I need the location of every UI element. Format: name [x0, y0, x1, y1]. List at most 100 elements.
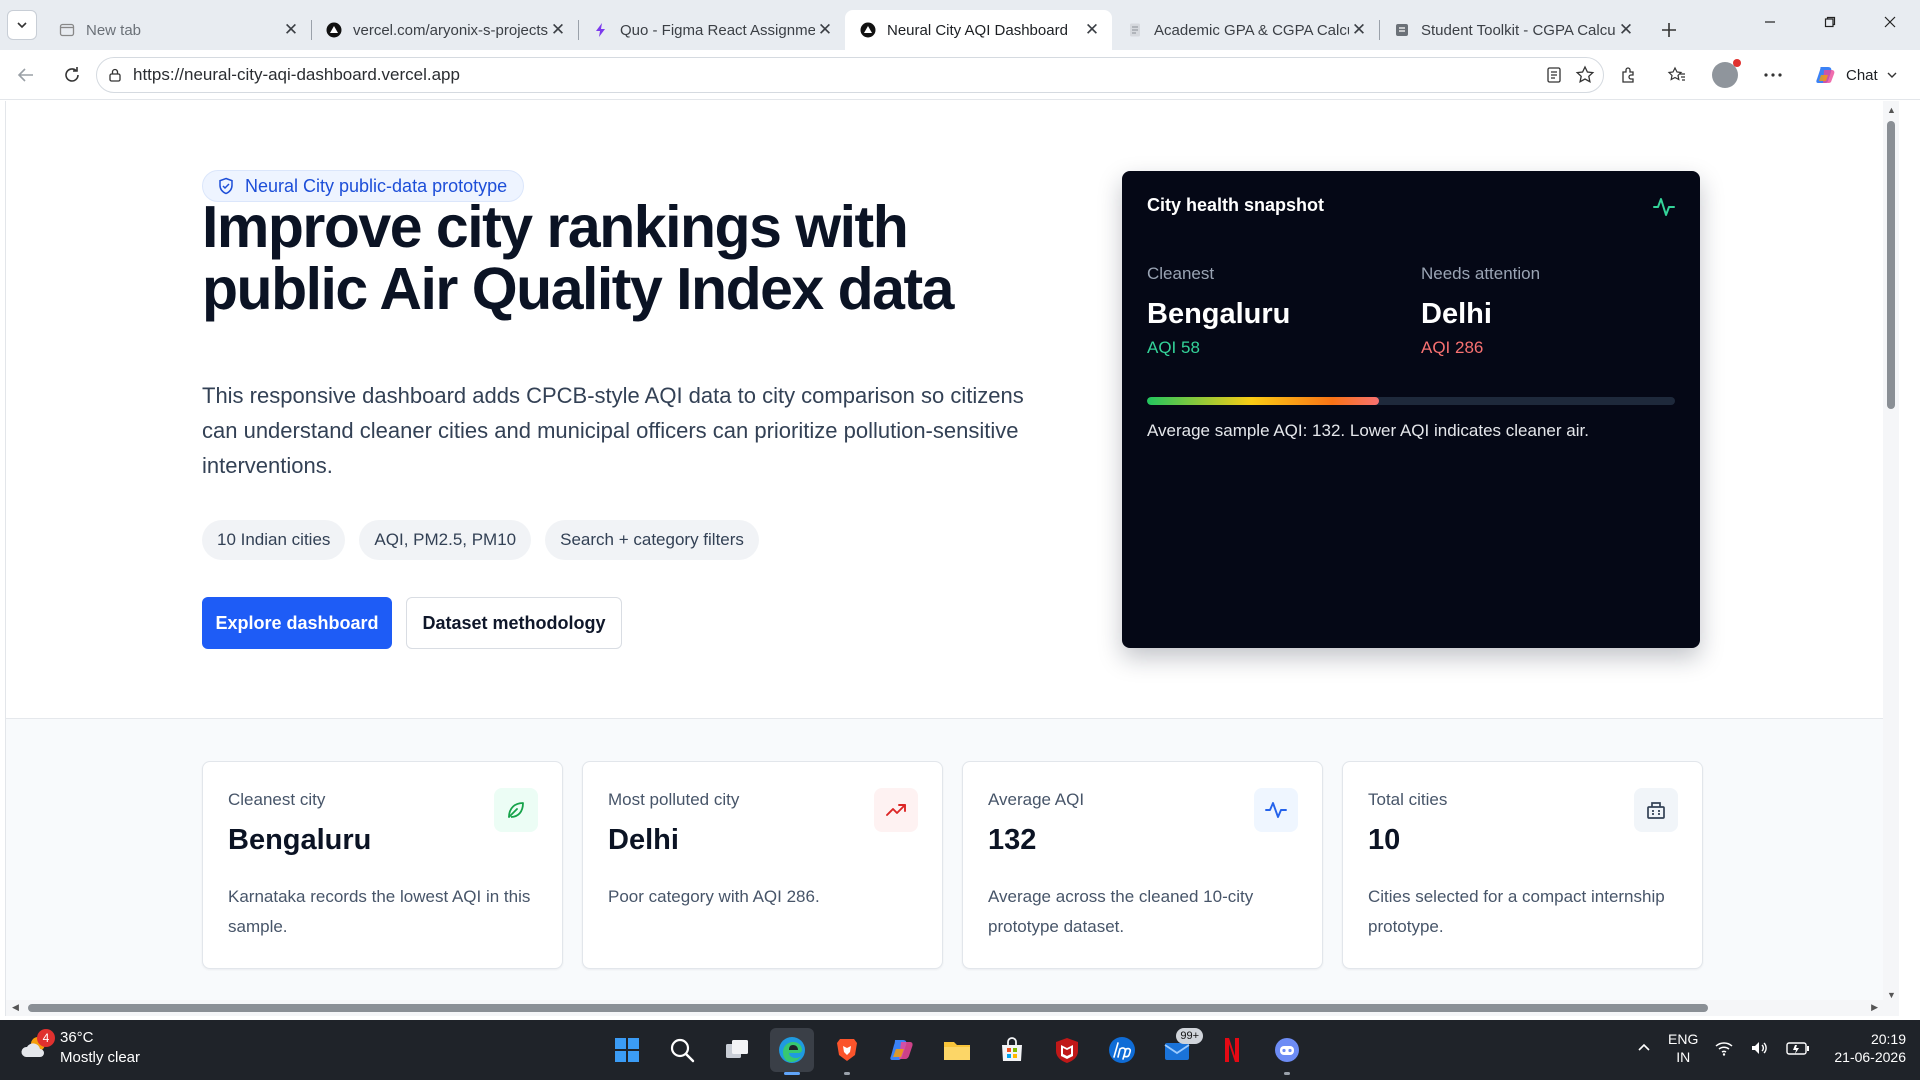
- file-explorer-app[interactable]: [935, 1028, 979, 1072]
- horizontal-scroll-thumb[interactable]: [28, 1004, 1708, 1012]
- tab-bar: New tab ✕ vercel.com/aryonix-s-projects …: [0, 0, 1920, 50]
- tab-student-toolkit[interactable]: Student Toolkit - CGPA Calculator ✕: [1379, 10, 1646, 50]
- netflix-app[interactable]: [1210, 1028, 1254, 1072]
- tab-gpa-calculator[interactable]: Academic GPA & CGPA Calculator ✕: [1112, 10, 1379, 50]
- cleanest-block: Cleanest Bengaluru AQI 58: [1147, 264, 1290, 358]
- reader-mode-icon[interactable]: [1545, 66, 1563, 84]
- start-button[interactable]: [605, 1028, 649, 1072]
- tab-title: Quo - Figma React Assignment: [620, 21, 815, 39]
- microsoft-store-app[interactable]: [990, 1028, 1034, 1072]
- profile-avatar[interactable]: [1708, 58, 1742, 92]
- task-view-button[interactable]: [715, 1028, 759, 1072]
- close-icon[interactable]: ✕: [815, 20, 835, 40]
- more-options-icon[interactable]: [1756, 58, 1790, 92]
- hp-app[interactable]: [1100, 1028, 1144, 1072]
- restore-icon[interactable]: [1800, 0, 1860, 44]
- battery-icon[interactable]: [1786, 1040, 1810, 1056]
- cleanest-aqi: AQI 58: [1147, 338, 1200, 357]
- mail-app[interactable]: 99+: [1155, 1028, 1203, 1072]
- horizontal-scrollbar[interactable]: ◀ ▶: [6, 1000, 1884, 1016]
- dataset-methodology-button[interactable]: Dataset methodology: [406, 597, 622, 649]
- tab-vercel[interactable]: vercel.com/aryonix-s-projects ✕: [311, 10, 578, 50]
- chip-metrics: AQI, PM2.5, PM10: [359, 520, 532, 560]
- hero-title: Improve city rankings with public Air Qu…: [202, 194, 954, 322]
- scroll-right-icon[interactable]: ▶: [1871, 1002, 1878, 1013]
- assistant-app[interactable]: [1265, 1028, 1309, 1075]
- vertical-scroll-thumb[interactable]: [1887, 121, 1895, 409]
- copilot-chat-button[interactable]: Chat: [1804, 58, 1908, 92]
- attention-aqi: AQI 286: [1421, 338, 1484, 357]
- stat-label: Cleanest city: [228, 790, 326, 809]
- chevron-down-icon: [1887, 72, 1897, 78]
- aqi-progress-bar: [1147, 397, 1675, 405]
- search-button[interactable]: [660, 1028, 704, 1072]
- site-info-icon[interactable]: [97, 67, 133, 83]
- clock[interactable]: 20:19 21-06-2026: [1834, 1030, 1906, 1066]
- volume-icon[interactable]: [1750, 1040, 1770, 1056]
- edge-app[interactable]: [770, 1028, 814, 1075]
- copilot-icon: [1816, 67, 1835, 83]
- region-code: IN: [1676, 1049, 1691, 1065]
- tab-actions-menu[interactable]: [0, 0, 44, 50]
- close-window-icon[interactable]: [1860, 0, 1920, 44]
- close-icon[interactable]: ✕: [281, 20, 301, 40]
- shield-check-icon: [219, 177, 233, 195]
- reload-icon: [65, 66, 79, 82]
- tab-neural-city[interactable]: Neural City AQI Dashboard ✕: [845, 10, 1112, 50]
- url-text[interactable]: https://neural-city-aqi-dashboard.vercel…: [133, 65, 460, 85]
- scroll-down-icon[interactable]: ▼: [1887, 990, 1896, 1000]
- reload-button[interactable]: [52, 55, 92, 95]
- weather-widget[interactable]: 4 36°C Mostly clear: [20, 1028, 140, 1068]
- chat-label: Chat: [1846, 66, 1878, 84]
- brave-app[interactable]: [825, 1028, 869, 1075]
- scroll-up-icon[interactable]: ▲: [1887, 105, 1896, 115]
- stat-label: Average AQI: [988, 790, 1085, 809]
- tab-new-tab[interactable]: New tab ✕: [44, 10, 311, 50]
- copilot-app[interactable]: [880, 1028, 924, 1072]
- building-icon: [1634, 788, 1678, 832]
- copilot-icon: [890, 1040, 913, 1060]
- taskbar-apps: 99+: [605, 1026, 1309, 1075]
- trending-up-icon: [874, 788, 918, 832]
- tab-title: Neural City AQI Dashboard: [887, 21, 1068, 39]
- vertical-scrollbar[interactable]: ▲ ▼: [1883, 101, 1899, 1016]
- stat-description: Cities selected for a compact internship…: [1368, 887, 1665, 936]
- activity-icon: [1254, 788, 1298, 832]
- favorite-star-icon[interactable]: [1575, 65, 1595, 85]
- new-tab-icon: [58, 21, 76, 39]
- tab-title: Student Toolkit - CGPA Calculator: [1421, 21, 1616, 39]
- tab-title: vercel.com/aryonix-s-projects: [353, 21, 548, 39]
- tab-figma[interactable]: Quo - Figma React Assignment ✕: [578, 10, 845, 50]
- extensions-icon[interactable]: [1612, 58, 1646, 92]
- mcafee-app[interactable]: [1045, 1028, 1089, 1072]
- close-icon[interactable]: ✕: [1082, 20, 1102, 40]
- vercel-icon: [859, 21, 877, 39]
- chip-cities: 10 Indian cities: [202, 520, 346, 560]
- new-tab-button[interactable]: [1646, 10, 1692, 50]
- chevron-down-icon: [7, 10, 37, 40]
- date: 21-06-2026: [1834, 1049, 1906, 1065]
- favorites-icon[interactable]: [1660, 58, 1694, 92]
- close-icon[interactable]: ✕: [1349, 20, 1369, 40]
- scroll-left-icon[interactable]: ◀: [12, 1002, 19, 1013]
- temperature: 36°C: [60, 1029, 94, 1046]
- chevron-up-icon[interactable]: [1636, 1040, 1652, 1056]
- stat-value: 132: [988, 824, 1037, 856]
- weather-sun-cloud-icon: 4: [20, 1029, 55, 1063]
- wifi-icon[interactable]: [1714, 1040, 1734, 1056]
- close-icon[interactable]: ✕: [1616, 20, 1636, 40]
- close-icon[interactable]: ✕: [548, 20, 568, 40]
- stat-label: Most polluted city: [608, 790, 740, 809]
- tab-title: Academic GPA & CGPA Calculator: [1154, 21, 1349, 39]
- stat-value: Delhi: [608, 824, 679, 856]
- task-view-icon: [726, 1040, 748, 1058]
- chip-filters: Search + category filters: [545, 520, 759, 560]
- back-button[interactable]: [6, 55, 46, 95]
- weather-badge: 4: [37, 1029, 55, 1047]
- language-indicator[interactable]: ENG IN: [1668, 1030, 1698, 1066]
- address-field[interactable]: https://neural-city-aqi-dashboard.vercel…: [96, 57, 1604, 93]
- minimize-icon[interactable]: [1740, 0, 1800, 44]
- store-icon: [1002, 1037, 1022, 1061]
- avatar: [1712, 59, 1741, 88]
- explore-dashboard-button[interactable]: Explore dashboard: [202, 597, 392, 649]
